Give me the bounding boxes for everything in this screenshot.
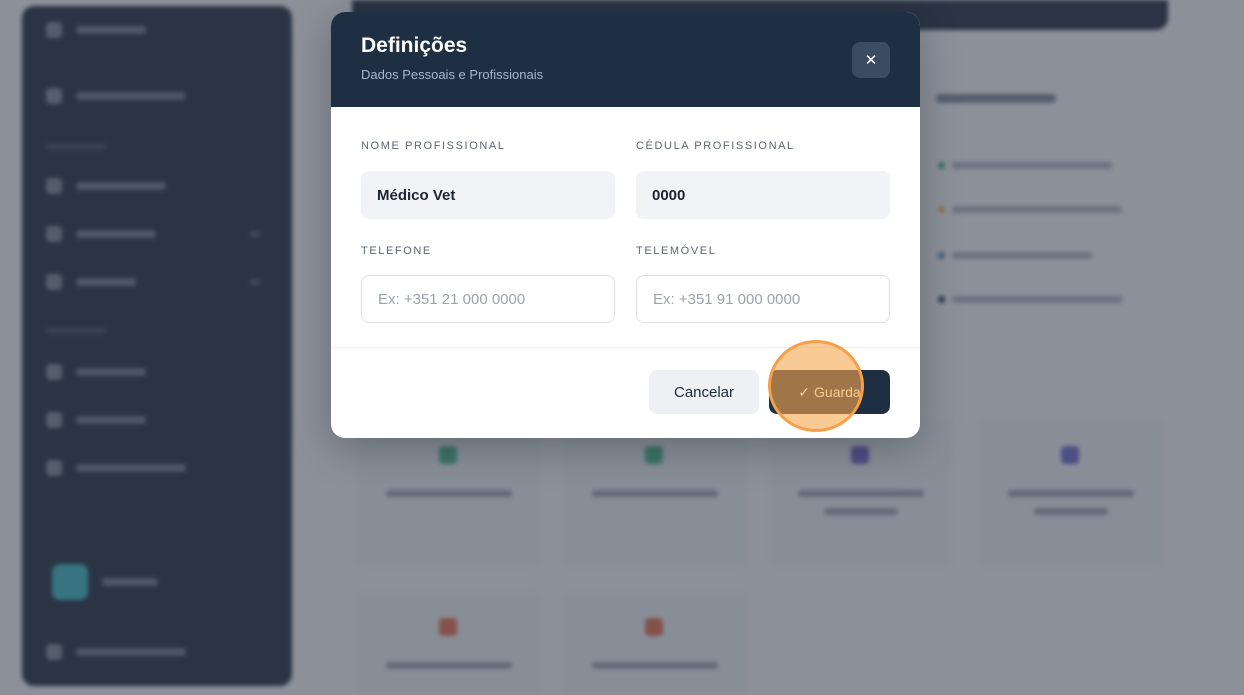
telemovel-label: TELEMÓVEL [636, 245, 717, 257]
save-button-label: Guarda [814, 384, 861, 400]
check-icon: ✓ [798, 383, 811, 400]
cedula-profissional-label: CÉDULA PROFISSIONAL [636, 140, 795, 152]
telefone-label: TELEFONE [361, 245, 432, 257]
telefone-input[interactable]: Ex: +351 21 000 0000 [361, 275, 615, 323]
nome-profissional-input[interactable]: Médico Vet [361, 171, 615, 219]
nome-profissional-label: NOME PROFISSIONAL [361, 140, 506, 152]
close-button[interactable]: ✕ [852, 42, 890, 78]
close-icon: ✕ [864, 52, 878, 69]
modal-header: Definições Dados Pessoais e Profissionai… [331, 12, 920, 107]
save-button[interactable]: ✓ Guarda [769, 370, 890, 414]
settings-modal: Definições Dados Pessoais e Profissionai… [331, 12, 920, 438]
cancel-button[interactable]: Cancelar [649, 370, 759, 414]
cedula-profissional-input[interactable]: 0000 [636, 171, 890, 219]
modal-subtitle: Dados Pessoais e Profissionais [361, 67, 544, 82]
footer-divider [331, 347, 920, 348]
telemovel-input[interactable]: Ex: +351 91 000 0000 [636, 275, 890, 323]
modal-title: Definições [361, 34, 468, 57]
